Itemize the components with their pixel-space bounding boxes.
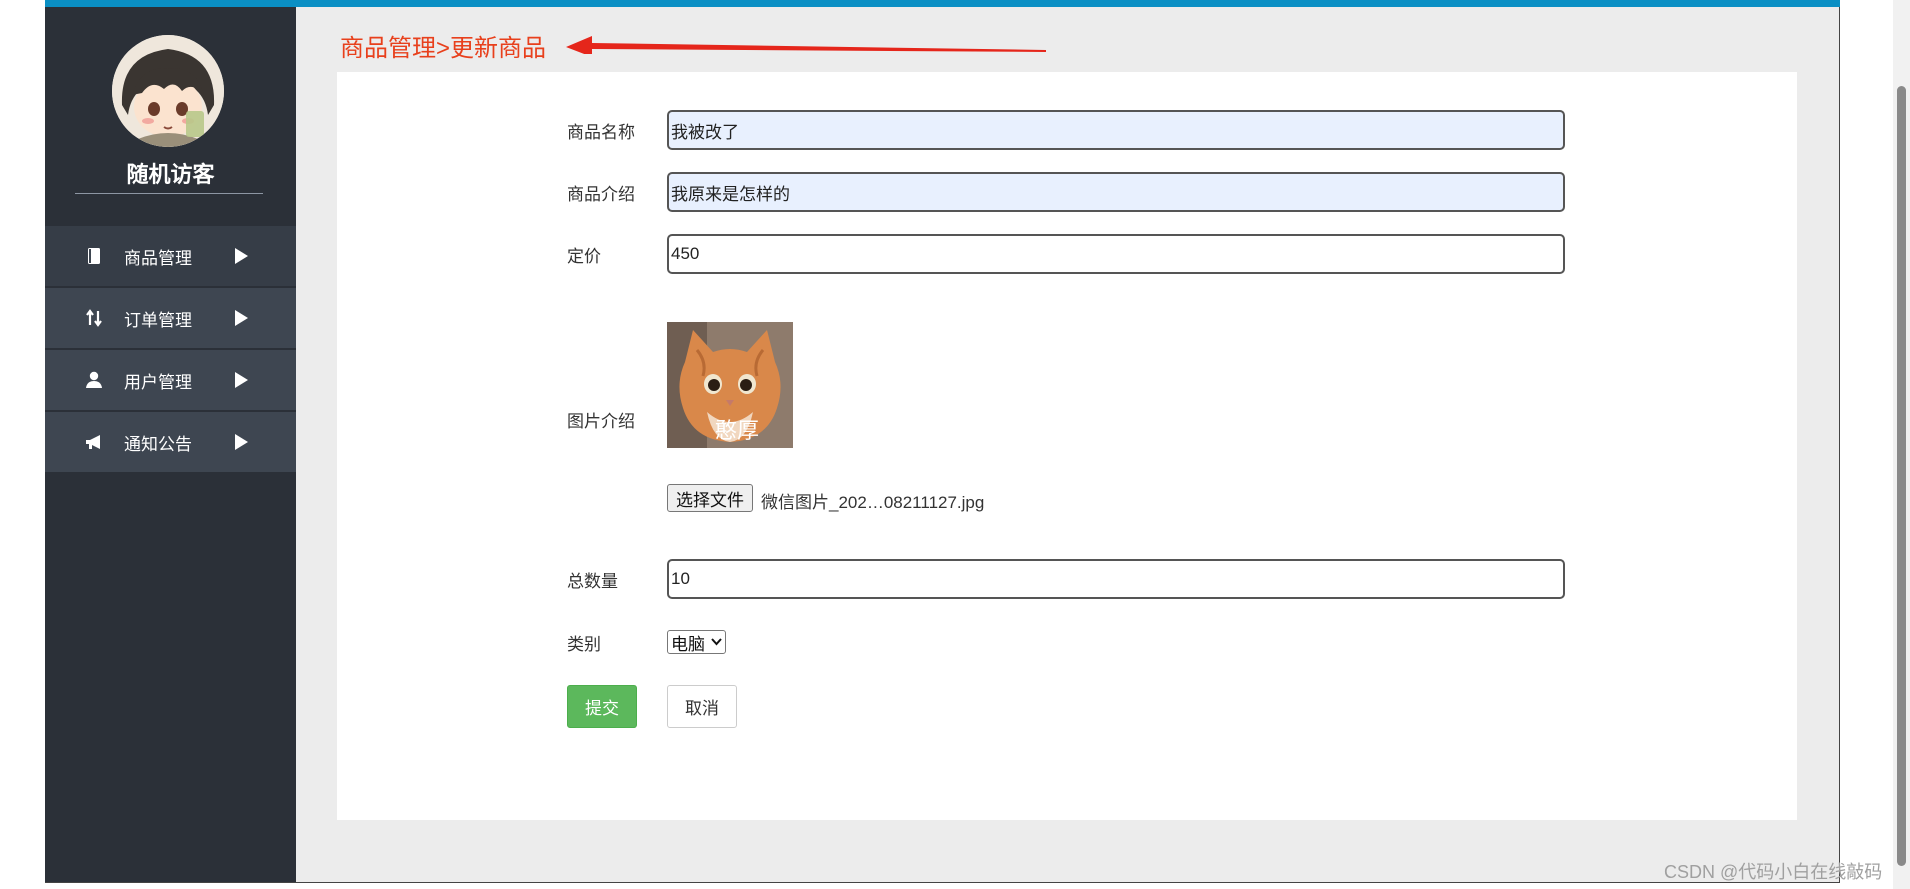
username: 随机访客 (126, 162, 215, 187)
top-accent-bar (45, 0, 1840, 7)
watermark: CSDN @代码小白在线敲码 (1664, 862, 1883, 882)
image-label: 图片介绍 (567, 412, 635, 431)
image-caption: 憨厚 (715, 419, 759, 444)
expand-arrow-icon (235, 310, 248, 326)
sidebar-item-product-management[interactable]: 商品管理 (45, 226, 296, 288)
chevron-down-icon (711, 638, 722, 646)
sidebar-item-announcements[interactable]: 通知公告 (45, 412, 296, 474)
name-label: 商品名称 (567, 123, 635, 142)
sort-arrows-icon (84, 308, 104, 328)
sidebar: 随机访客 商品管理 订单管理 用户管理 通知公告 (45, 7, 296, 882)
sidebar-item-order-management[interactable]: 订单管理 (45, 288, 296, 350)
price-label: 定价 (567, 247, 601, 266)
submit-button[interactable]: 提交 (567, 685, 637, 728)
page-scrollbar[interactable] (1893, 0, 1910, 889)
category-selected-value: 电脑 (671, 634, 705, 654)
description-label: 商品介绍 (567, 185, 635, 204)
product-name-input[interactable] (667, 110, 1565, 150)
total-label: 总数量 (567, 572, 618, 591)
category-label: 类别 (567, 635, 601, 654)
total-quantity-input[interactable] (667, 559, 1565, 599)
edit-product-form: 商品名称 商品介绍 定价 图片介绍 憨厚 选择文件 微信图片_202…08211… (337, 72, 1797, 820)
book-icon (84, 246, 104, 266)
price-input[interactable] (667, 234, 1565, 274)
sidebar-item-label: 用户管理 (124, 372, 192, 392)
sidebar-item-label: 商品管理 (124, 248, 192, 268)
user-icon (84, 370, 104, 390)
megaphone-icon (84, 432, 104, 452)
expand-arrow-icon (235, 372, 248, 388)
sidebar-item-user-management[interactable]: 用户管理 (45, 350, 296, 412)
category-select[interactable]: 电脑 (667, 630, 726, 654)
expand-arrow-icon (235, 434, 248, 450)
selected-file-name: 微信图片_202…08211127.jpg (761, 493, 985, 512)
choose-file-button[interactable]: 选择文件 (667, 484, 753, 512)
sidebar-divider (75, 193, 263, 194)
scrollbar-thumb[interactable] (1897, 86, 1906, 866)
avatar (112, 35, 224, 147)
cancel-button[interactable]: 取消 (667, 685, 737, 728)
sidebar-nav: 商品管理 订单管理 用户管理 通知公告 (45, 226, 296, 474)
sidebar-item-label: 订单管理 (124, 310, 192, 330)
product-image-preview: 憨厚 (667, 322, 793, 448)
annotation-arrow (566, 36, 1046, 54)
breadcrumb: 商品管理>更新商品 (340, 35, 547, 62)
product-description-input[interactable] (667, 172, 1565, 212)
expand-arrow-icon (235, 248, 248, 264)
sidebar-item-label: 通知公告 (124, 434, 192, 454)
